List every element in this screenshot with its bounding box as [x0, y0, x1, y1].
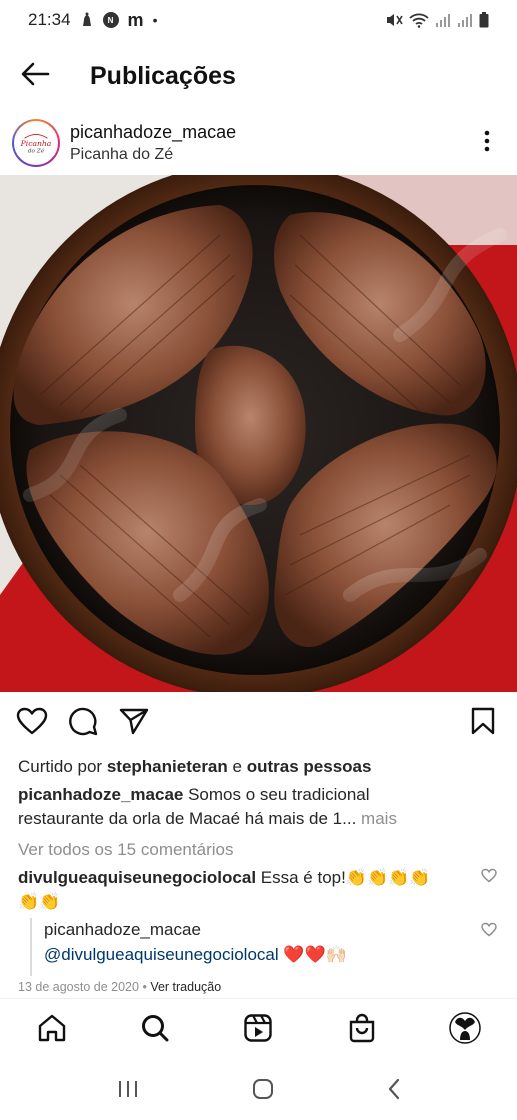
- signal-icon-1: [435, 13, 451, 27]
- likes-others[interactable]: outras pessoas: [247, 757, 372, 776]
- home-system-button[interactable]: [252, 1078, 274, 1105]
- svg-text:do Zé: do Zé: [28, 148, 45, 155]
- comment-line-1: divulgueaquiseunegociolocal Essa é top!👏…: [18, 866, 468, 890]
- avatar-logo: Picanha do Zé: [14, 121, 58, 165]
- caption-text-2: restaurante da orla de Macaé há mais de …: [18, 809, 357, 828]
- nav-shop[interactable]: [340, 1009, 384, 1053]
- post-location[interactable]: Picanha do Zé: [70, 146, 236, 164]
- more-vertical-icon: [484, 130, 490, 157]
- save-button[interactable]: [466, 706, 500, 740]
- comment-username[interactable]: divulgueaquiseunegociolocal: [18, 868, 256, 887]
- likes-user[interactable]: stephanieteran: [107, 757, 228, 776]
- avatar[interactable]: Picanha do Zé: [12, 119, 60, 167]
- profile-avatar: [449, 1012, 481, 1049]
- caption-username[interactable]: picanhadoze_macae: [18, 785, 183, 804]
- share-button[interactable]: [117, 706, 151, 740]
- caption-line-2: restaurante da orla de Macaé há mais de …: [18, 807, 503, 831]
- notification-icon: [80, 12, 94, 28]
- view-comments-link[interactable]: Ver todos os 15 comentários: [18, 838, 503, 862]
- nav-reels[interactable]: [236, 1009, 280, 1053]
- signal-icon-2: [457, 13, 473, 27]
- back-system-button[interactable]: [387, 1078, 401, 1105]
- post-actions: [0, 700, 517, 746]
- reply-username[interactable]: picanhadoze_macae: [44, 918, 490, 942]
- post-username[interactable]: picanhadoze_macae: [70, 122, 236, 143]
- steak-photo: [0, 175, 517, 692]
- see-translation-link[interactable]: Ver tradução: [150, 980, 221, 994]
- caption-line-1: picanhadoze_macae Somos o seu tradiciona…: [18, 783, 503, 807]
- comment-text: Essa é top!👏👏👏👏: [260, 868, 431, 887]
- comment: divulgueaquiseunegociolocal Essa é top!👏…: [18, 866, 468, 914]
- app-notification-icon: N: [102, 12, 119, 28]
- nav-search[interactable]: [133, 1009, 177, 1053]
- heart-icon: [481, 922, 497, 941]
- status-time: 21:34: [28, 10, 71, 29]
- more-options-button[interactable]: [475, 130, 499, 156]
- bottom-nav: [0, 998, 517, 1062]
- reply: picanhadoze_macae @divulgueaquiseunegoci…: [30, 918, 490, 976]
- app-header: Publicações: [0, 44, 517, 108]
- mute-icon: [385, 12, 403, 28]
- bookmark-icon: [471, 707, 495, 740]
- send-icon: [119, 707, 149, 740]
- svg-text:Picanha: Picanha: [20, 139, 52, 148]
- m-app-icon: m: [127, 9, 144, 30]
- comment-button[interactable]: [66, 706, 100, 740]
- post-date: 13 de agosto de 2020: [18, 980, 139, 994]
- dot-icon: •: [152, 12, 158, 28]
- post-meta: 13 de agosto de 2020 • Ver tradução: [18, 980, 221, 994]
- heart-icon: [481, 868, 497, 887]
- reels-icon: [243, 1013, 273, 1048]
- comment-like-button[interactable]: [481, 868, 497, 884]
- system-nav: [0, 1062, 517, 1120]
- post-image[interactable]: [0, 175, 517, 692]
- nav-home[interactable]: [30, 1009, 74, 1053]
- comment-icon: [68, 706, 98, 741]
- caption-text-1: Somos o seu tradicional: [188, 785, 370, 804]
- home-icon: [37, 1013, 67, 1048]
- reply-emoji: ❤️❤️🙌🏻: [283, 945, 347, 964]
- reply-like-button[interactable]: [481, 922, 497, 938]
- home-square-icon: [252, 1078, 274, 1104]
- search-icon: [140, 1013, 170, 1048]
- post-user: picanhadoze_macae Picanha do Zé: [70, 122, 236, 164]
- wifi-icon: [409, 12, 429, 28]
- arrow-left-icon: [20, 62, 50, 91]
- comment-line-2: 👏👏: [18, 892, 61, 911]
- meta-separator: •: [142, 980, 147, 994]
- battery-icon: [479, 12, 489, 28]
- likes-prefix: Curtido por: [18, 757, 103, 776]
- shop-icon: [347, 1013, 377, 1048]
- nav-profile[interactable]: [443, 1009, 487, 1053]
- reply-line: @divulgueaquiseunegociolocal ❤️❤️🙌🏻: [44, 942, 490, 968]
- reply-mention[interactable]: @divulgueaquiseunegociolocal: [44, 945, 279, 964]
- likes-line: Curtido por stephanieteran e outras pess…: [18, 755, 503, 779]
- heart-icon: [16, 707, 48, 740]
- caption-more-link[interactable]: mais: [361, 809, 397, 828]
- status-left: 21:34 N m •: [28, 10, 157, 31]
- page-title: Publicações: [90, 61, 236, 90]
- status-bar: 21:34 N m •: [0, 0, 517, 40]
- like-button[interactable]: [15, 706, 49, 740]
- caption: picanhadoze_macae Somos o seu tradiciona…: [18, 783, 503, 831]
- likes-and: e: [232, 757, 242, 776]
- post-header: Picanha do Zé picanhadoze_macae Picanha …: [0, 112, 517, 174]
- status-right: [385, 12, 489, 28]
- back-button[interactable]: [0, 44, 70, 108]
- recent-apps-icon: [117, 1080, 139, 1103]
- recent-apps-button[interactable]: [117, 1079, 139, 1104]
- chevron-left-icon: [387, 1078, 401, 1104]
